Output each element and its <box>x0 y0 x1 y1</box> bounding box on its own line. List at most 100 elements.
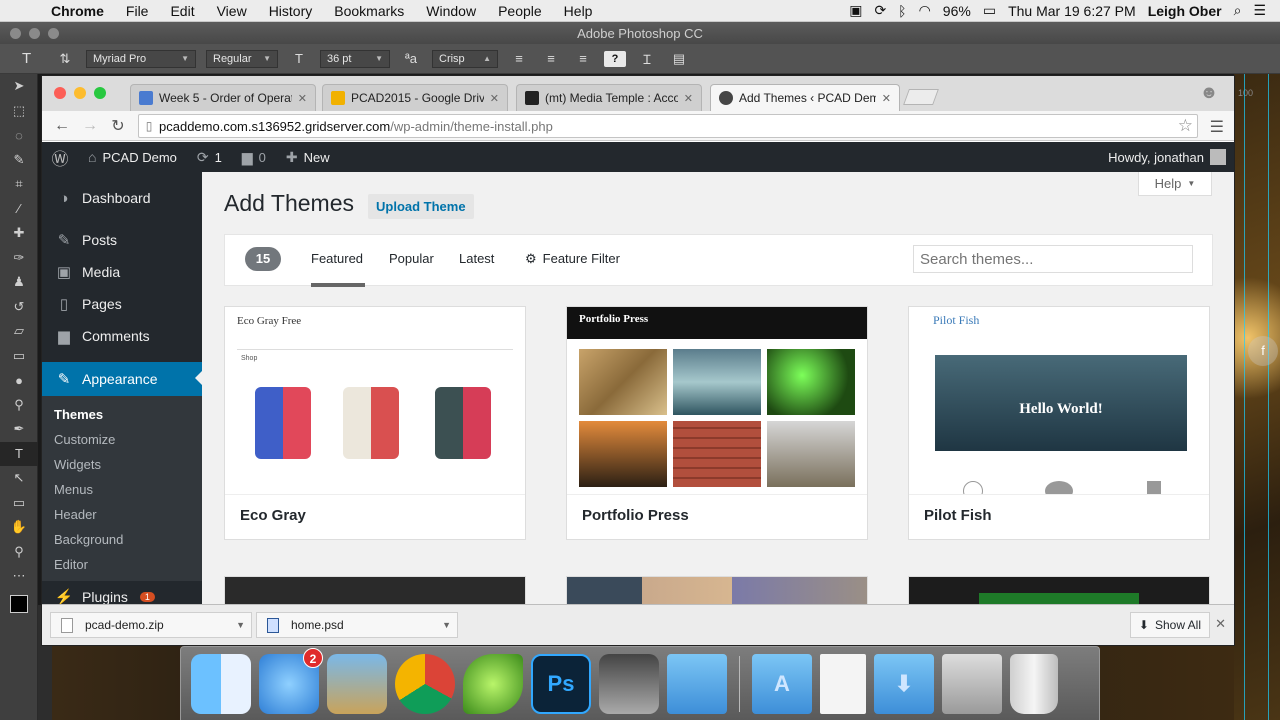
font-family-select[interactable]: Myriad Pro ▼ <box>86 49 196 68</box>
brush-tool-icon[interactable]: ✑ <box>0 246 38 271</box>
tab-google-drive[interactable]: PCAD2015 - Google Drive ✕ <box>322 84 508 111</box>
submenu-menus[interactable]: Menus <box>42 477 202 502</box>
menu-media[interactable]: ▣ Media <box>42 256 202 288</box>
zoom-tool-icon[interactable]: ⚲ <box>0 540 38 565</box>
downloads-folder-icon[interactable]: ⬇ <box>874 653 934 714</box>
theme-card-eco-gray[interactable]: Eco Gray Free Shop Eco Gray <box>224 306 526 540</box>
text-orientation-icon[interactable]: ⇅ <box>54 51 76 67</box>
reload-icon[interactable]: ↻ <box>104 116 132 136</box>
align-left-icon[interactable]: ≡ <box>508 51 530 66</box>
blur-tool-icon[interactable]: ● <box>0 368 38 393</box>
hand-tool-icon[interactable]: ✋ <box>0 515 38 540</box>
ps-minimize-button[interactable] <box>29 27 40 39</box>
shape-tool-icon[interactable]: ▭ <box>0 491 38 516</box>
submenu-header[interactable]: Header <box>42 502 202 527</box>
document-icon[interactable] <box>820 653 866 714</box>
menu-window[interactable]: Window <box>415 3 487 19</box>
chevron-down-icon[interactable]: ▼ <box>436 620 457 630</box>
healing-tool-icon[interactable]: ✚ <box>0 221 38 246</box>
menu-comments[interactable]: ▆ Comments <box>42 320 202 352</box>
applications-folder-icon[interactable]: A <box>752 653 812 714</box>
menu-appearance[interactable]: ✎ Appearance <box>42 362 202 396</box>
font-size-select[interactable]: 36 pt ▼ <box>320 49 390 68</box>
dodge-tool-icon[interactable]: ⚲ <box>0 393 38 418</box>
wifi-icon[interactable]: ◠ <box>919 2 931 19</box>
messages-icon[interactable]: 2 <box>259 647 323 714</box>
battery-percent[interactable]: 96% <box>943 3 971 19</box>
folder-icon[interactable] <box>667 653 727 714</box>
wordpress-logo-icon[interactable]: Ⓦ <box>42 145 78 170</box>
eyedropper-tool-icon[interactable]: ⁄ <box>0 197 38 222</box>
site-name-link[interactable]: ⌂ PCAD Demo <box>78 149 187 165</box>
marquee-tool-icon[interactable]: ⬚ <box>0 99 38 124</box>
menu-chrome[interactable]: Chrome <box>40 3 115 19</box>
menu-file[interactable]: File <box>115 3 160 19</box>
menu-edit[interactable]: Edit <box>159 3 205 19</box>
submenu-themes[interactable]: Themes <box>42 402 202 427</box>
comments-link[interactable]: ▆ 0 <box>232 149 276 166</box>
feature-filter-button[interactable]: ⚙ Feature Filter <box>525 251 620 267</box>
move-tool-icon[interactable]: ➤ <box>0 74 38 99</box>
history-brush-tool-icon[interactable]: ↺ <box>0 295 38 320</box>
window-minimize-button[interactable] <box>74 87 86 99</box>
image-capture-icon[interactable] <box>327 653 387 714</box>
ps-zoom-button[interactable] <box>48 27 59 39</box>
page-info-icon[interactable]: ▯ <box>139 119 159 133</box>
menu-dashboard[interactable]: ◑ Dashboard <box>42 182 202 214</box>
back-icon[interactable]: ← <box>48 117 76 135</box>
menu-posts[interactable]: ✎ Posts <box>42 224 202 256</box>
submenu-editor[interactable]: Editor <box>42 552 202 577</box>
close-shelf-icon[interactable]: ✕ <box>1215 616 1226 632</box>
battery-icon[interactable]: ▭ <box>983 2 996 19</box>
sync-icon[interactable]: ⟳ <box>874 2 886 19</box>
chevron-down-icon[interactable]: ▼ <box>230 620 251 630</box>
submenu-customize[interactable]: Customize <box>42 427 202 452</box>
leaf-app-icon[interactable] <box>463 653 523 714</box>
quick-select-tool-icon[interactable]: ✎ <box>0 148 38 173</box>
window-close-button[interactable] <box>54 87 66 99</box>
download-item-psd[interactable]: home.psd ▼ <box>256 612 458 638</box>
lasso-tool-icon[interactable]: ◌ <box>0 123 38 148</box>
help-tab-button[interactable]: Help ▼ <box>1138 172 1212 196</box>
search-themes-input[interactable] <box>913 245 1193 273</box>
crop-tool-icon[interactable]: ⌗ <box>0 172 38 197</box>
antialias-select[interactable]: Crisp ▲ <box>432 49 498 68</box>
theme-card-partial[interactable] <box>566 576 868 606</box>
download-item-zip[interactable]: pcad-demo.zip ▼ <box>50 612 252 638</box>
bookmark-star-icon[interactable]: ☆ <box>1178 116 1193 136</box>
menu-view[interactable]: View <box>206 3 258 19</box>
photoshop-app-icon[interactable]: Ps <box>531 653 591 714</box>
upload-theme-button[interactable]: Upload Theme <box>368 194 474 219</box>
account-menu[interactable]: Howdy, jonathan <box>1108 149 1234 165</box>
align-right-icon[interactable]: ≡ <box>572 51 594 66</box>
submenu-background[interactable]: Background <box>42 527 202 552</box>
screenshot-stack-icon[interactable] <box>942 653 1002 714</box>
warp-text-icon[interactable]: Ɪ <box>636 50 658 68</box>
spotlight-search-icon[interactable]: ⌕ <box>1234 2 1242 19</box>
type-tool-icon[interactable]: T <box>0 441 38 466</box>
close-tab-icon[interactable]: ✕ <box>684 92 693 105</box>
tab-featured[interactable]: Featured <box>311 251 363 266</box>
eraser-tool-icon[interactable]: ▱ <box>0 319 38 344</box>
theme-card-pilot-fish[interactable]: Pilot Fish Hello World! Pilot Fish <box>908 306 1210 540</box>
close-tab-icon[interactable]: ✕ <box>882 92 891 105</box>
gradient-tool-icon[interactable]: ▭ <box>0 344 38 369</box>
more-tools-icon[interactable]: ⋯ <box>0 564 38 589</box>
ps-close-button[interactable] <box>10 27 21 39</box>
font-style-select[interactable]: Regular ▼ <box>206 49 278 68</box>
text-color-swatch[interactable]: ? <box>604 50 626 67</box>
clock[interactable]: Thu Mar 19 6:27 PM <box>1008 3 1136 19</box>
theme-card-partial[interactable] <box>224 576 526 606</box>
dvd-player-icon[interactable] <box>599 653 659 714</box>
submenu-widgets[interactable]: Widgets <box>42 452 202 477</box>
menu-bookmarks[interactable]: Bookmarks <box>323 3 415 19</box>
pen-tool-icon[interactable]: ✒ <box>0 417 38 442</box>
menu-history[interactable]: History <box>258 3 324 19</box>
close-tab-icon[interactable]: ✕ <box>490 92 499 105</box>
finder-icon[interactable] <box>191 653 251 714</box>
notification-center-icon[interactable]: ☰ <box>1253 2 1266 19</box>
close-tab-icon[interactable]: ✕ <box>298 92 307 105</box>
tab-latest[interactable]: Latest <box>459 251 494 266</box>
address-bar[interactable]: ▯ pcaddemo.com.s136952.gridserver.com/wp… <box>138 114 1198 138</box>
trash-icon[interactable] <box>1010 653 1058 714</box>
